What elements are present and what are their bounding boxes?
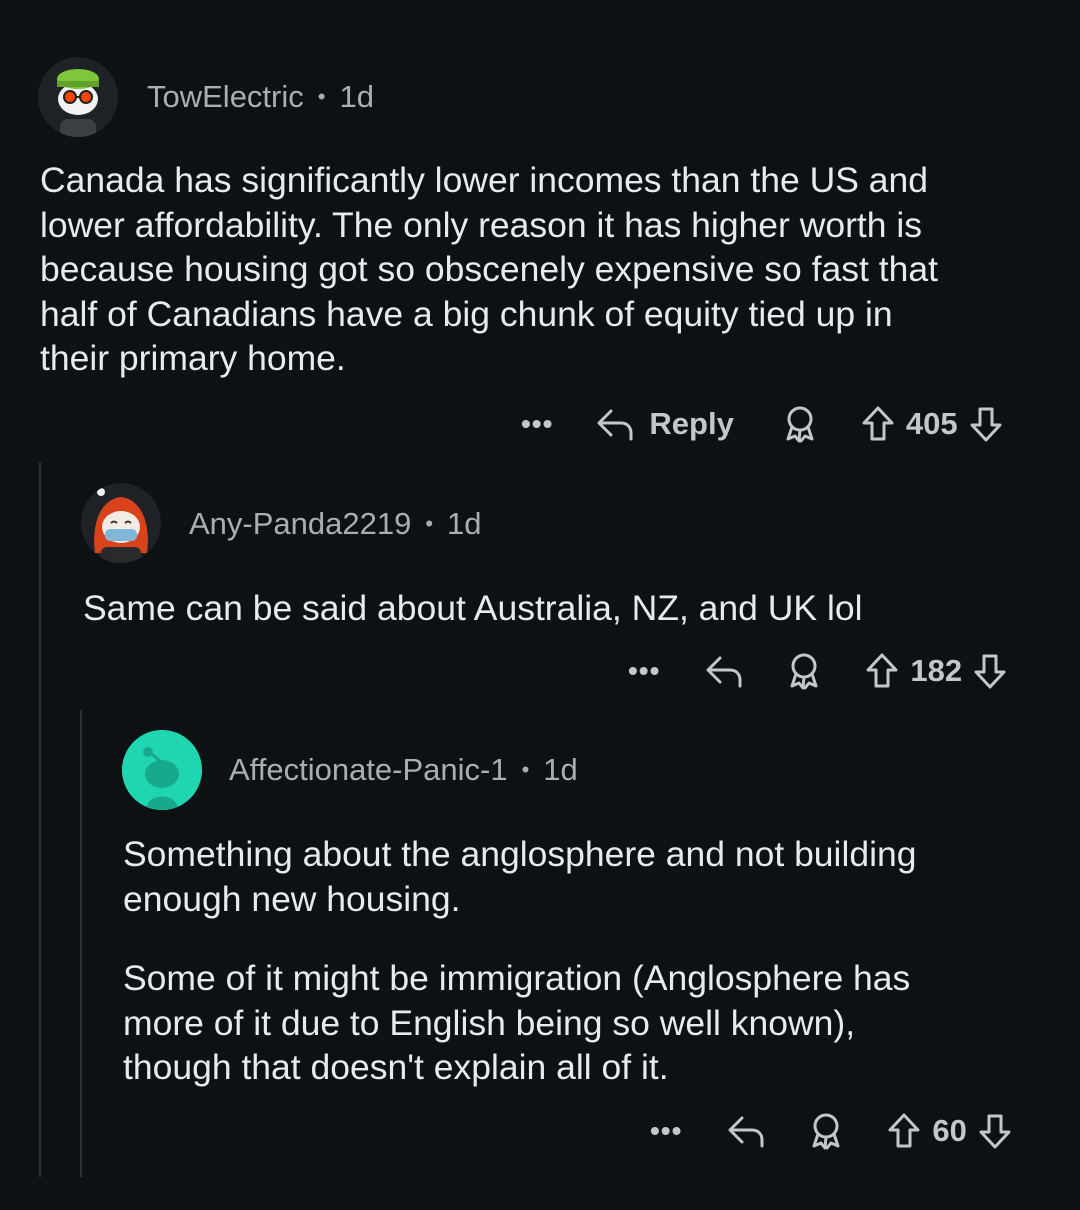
username[interactable]: TowElectric: [147, 79, 304, 115]
award-icon: [812, 1113, 840, 1150]
comment-meta: TowElectric • 1d: [147, 79, 374, 115]
comment-any-panda2219: Any-Panda2219 • 1d Same can be said abou…: [0, 460, 1080, 700]
upvote-icon: [888, 1113, 920, 1148]
snoo-avatar-icon: [81, 483, 161, 563]
avatar[interactable]: [122, 730, 202, 810]
upvote-button[interactable]: [864, 651, 900, 691]
snoo-avatar-icon: [38, 57, 118, 137]
upvote-button[interactable]: [886, 1111, 922, 1151]
reply-button[interactable]: [704, 653, 744, 689]
avatar[interactable]: [38, 57, 118, 137]
comment-towelectric: TowElectric • 1d Canada has significantl…: [0, 0, 1080, 460]
comment-actions: ••• 182: [628, 646, 1008, 696]
comment-body-paragraph-2: Some of it might be immigration (Anglosp…: [123, 958, 911, 1087]
vote-score: 405: [905, 406, 958, 441]
meta-separator: •: [521, 757, 530, 782]
downvote-button[interactable]: [968, 404, 1004, 444]
avatar[interactable]: [81, 483, 161, 563]
award-icon: [786, 406, 814, 443]
comment-body: Same can be said about Australia, NZ, an…: [83, 588, 863, 628]
comment-body: Canada has significantly lower incomes t…: [40, 160, 938, 378]
award-button[interactable]: [782, 404, 818, 444]
award-icon: [790, 653, 818, 690]
upvote-button[interactable]: [860, 404, 896, 444]
comment-age: 1d: [543, 752, 578, 787]
downvote-button[interactable]: [977, 1111, 1013, 1151]
downvote-icon: [974, 654, 1006, 689]
comment-affectionate-panic-1: Affectionate-Panic-1 • 1d Something abou…: [0, 700, 1080, 1210]
comment-meta: Any-Panda2219 • 1d: [189, 506, 482, 542]
username[interactable]: Affectionate-Panic-1: [229, 752, 508, 788]
reply-button[interactable]: [726, 1113, 766, 1149]
reply-icon: [597, 409, 633, 441]
default-snoo-avatar-icon: [122, 730, 202, 810]
upvote-icon: [866, 653, 898, 688]
comment-meta: Affectionate-Panic-1 • 1d: [229, 752, 578, 788]
reply-icon: [728, 1116, 764, 1148]
downvote-button[interactable]: [972, 651, 1008, 691]
vote-score: 60: [932, 1113, 967, 1148]
more-options-button[interactable]: •••: [628, 655, 660, 687]
downvote-icon: [970, 407, 1002, 442]
comment-body-paragraph-1: Something about the anglosphere and not …: [123, 834, 917, 919]
comment-age: 1d: [339, 79, 374, 114]
reply-icon: [706, 656, 742, 688]
comment-actions: ••• 60: [650, 1106, 1013, 1156]
reply-label: Reply: [649, 406, 734, 441]
upvote-icon: [862, 406, 894, 441]
downvote-icon: [979, 1114, 1011, 1149]
meta-separator: •: [425, 511, 434, 536]
award-button[interactable]: [786, 651, 822, 691]
more-options-button[interactable]: •••: [650, 1115, 682, 1147]
award-button[interactable]: [808, 1111, 844, 1151]
username[interactable]: Any-Panda2219: [189, 506, 411, 542]
reply-button[interactable]: Reply: [595, 406, 734, 442]
vote-score: 182: [910, 653, 963, 688]
comment-age: 1d: [447, 506, 482, 541]
meta-separator: •: [317, 84, 326, 109]
comment-actions: ••• Reply 405: [521, 399, 1004, 449]
more-options-button[interactable]: •••: [521, 408, 553, 440]
